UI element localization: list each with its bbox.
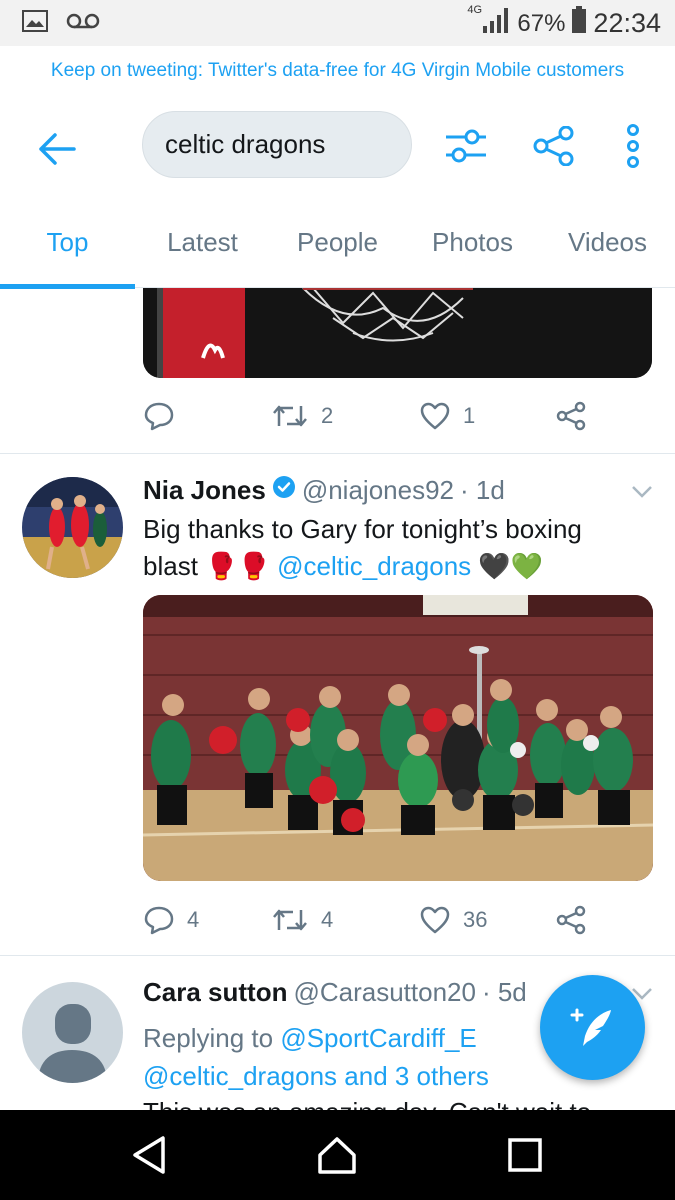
- share-tweet-button[interactable]: [555, 401, 587, 431]
- tweet[interactable]: 2 1: [0, 288, 675, 454]
- reply-icon: [144, 402, 174, 431]
- tweet-text-emoji: 🖤💚: [471, 551, 544, 581]
- status-bar: 4G 67% 22:34: [0, 0, 675, 46]
- like-button[interactable]: 36: [419, 905, 555, 935]
- search-field[interactable]: [142, 111, 412, 178]
- reply-count: 4: [187, 907, 200, 932]
- voicemail-icon: [66, 12, 100, 35]
- tweet-timestamp: · 5d: [481, 977, 527, 1007]
- default-avatar-icon: [22, 982, 123, 1083]
- reply-button[interactable]: 4: [143, 905, 271, 935]
- more-vertical-icon[interactable]: [609, 122, 657, 170]
- tab-people[interactable]: People: [270, 196, 405, 288]
- compose-tweet-button[interactable]: [540, 975, 645, 1080]
- heart-icon: [420, 402, 450, 430]
- share-tweet-button[interactable]: [555, 905, 587, 935]
- replying-to: Replying to @SportCardiff_E @celtic_drag…: [143, 1019, 489, 1095]
- retweet-count: 2: [321, 403, 334, 428]
- verified-icon: [272, 475, 296, 506]
- mention-link[interactable]: @celtic_dragons and 3 others: [143, 1061, 489, 1091]
- tab-top[interactable]: Top: [0, 196, 135, 289]
- recent-apps-icon[interactable]: [502, 1132, 548, 1178]
- tab-videos[interactable]: Videos: [540, 196, 675, 288]
- signal-icon: 4G: [467, 4, 511, 41]
- mention-link[interactable]: @SportCardiff_E: [280, 1023, 476, 1053]
- author-handle[interactable]: @niajones92: [302, 475, 454, 506]
- tweet[interactable]: Nia Jones @niajones92 · 1d Big thanks to…: [0, 455, 675, 956]
- heart-icon: [420, 906, 450, 934]
- network-type: 4G: [467, 4, 483, 16]
- share-icon[interactable]: [530, 122, 578, 170]
- clock: 22:34: [593, 8, 661, 38]
- share-icon: [556, 401, 586, 431]
- author-name[interactable]: Cara sutton: [143, 977, 287, 1008]
- retweet-button[interactable]: 4: [271, 906, 419, 934]
- like-count: 1: [463, 403, 476, 428]
- battery-icon: [571, 6, 587, 41]
- like-count: 36: [463, 907, 488, 932]
- search-header: [0, 96, 675, 196]
- retweet-button[interactable]: 2: [271, 402, 419, 430]
- retweet-icon: [273, 405, 307, 427]
- author-handle[interactable]: @Carasutton20: [293, 977, 476, 1008]
- battery-percent: 67%: [517, 9, 566, 37]
- like-button[interactable]: 1: [419, 401, 555, 431]
- system-nav-bar: [0, 1110, 675, 1200]
- retweet-icon: [273, 909, 307, 931]
- tweet-author: Cara sutton @Carasutton20 · 5d: [143, 977, 527, 1008]
- search-input[interactable]: [165, 129, 395, 160]
- tweet-media[interactable]: [143, 288, 652, 378]
- image-icon: [22, 10, 48, 37]
- compose-quill-icon: [570, 1008, 611, 1046]
- share-icon: [556, 905, 586, 935]
- author-name[interactable]: Nia Jones: [143, 475, 266, 506]
- replying-to-label: Replying to: [143, 1023, 281, 1053]
- tweet-text: This was an amazing day. Can't wait to: [143, 1097, 591, 1110]
- reply-button[interactable]: [143, 401, 271, 431]
- tweet-text: Big thanks to Gary for tonight’s boxing …: [143, 511, 643, 585]
- retweet-count: 4: [321, 907, 334, 932]
- tweet-author: Nia Jones @niajones92 · 1d: [143, 475, 505, 506]
- tab-photos[interactable]: Photos: [405, 196, 540, 288]
- home-icon[interactable]: [314, 1132, 360, 1178]
- reply-icon: [144, 906, 174, 935]
- tab-latest[interactable]: Latest: [135, 196, 270, 288]
- mention-link[interactable]: @celtic_dragons: [277, 551, 471, 581]
- search-tabs: Top Latest People Photos Videos: [0, 196, 675, 289]
- tweet-timestamp: · 1d: [460, 475, 505, 505]
- tweet-photo[interactable]: [143, 595, 653, 881]
- avatar[interactable]: [22, 982, 123, 1083]
- back-triangle-icon[interactable]: [126, 1132, 172, 1178]
- avatar[interactable]: [22, 477, 123, 578]
- filter-icon[interactable]: [442, 122, 490, 170]
- back-arrow-icon[interactable]: [32, 124, 82, 174]
- chevron-down-icon[interactable]: [631, 485, 653, 504]
- promo-banner[interactable]: Keep on tweeting: Twitter's data-free fo…: [0, 46, 675, 96]
